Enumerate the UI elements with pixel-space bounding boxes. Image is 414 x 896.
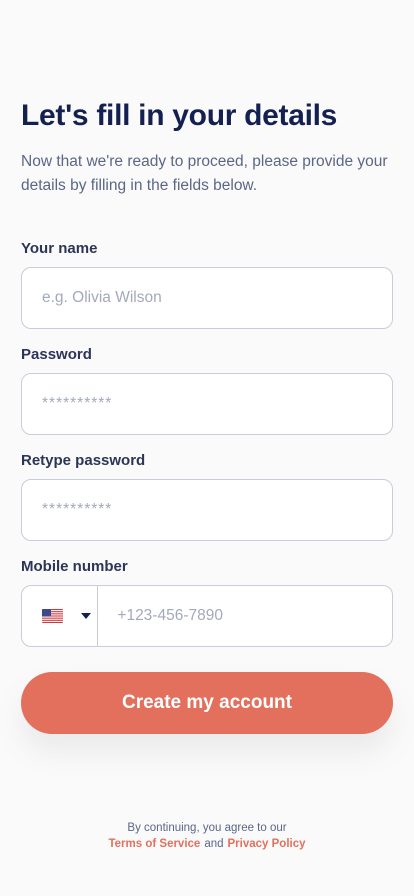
mobile-number-field-container	[21, 585, 393, 647]
create-account-button[interactable]: Create my account	[21, 672, 393, 734]
name-label: Your name	[21, 240, 98, 257]
mobile-number-input[interactable]	[98, 586, 392, 646]
retype-password-field-container	[21, 479, 393, 541]
password-label: Password	[21, 346, 92, 363]
privacy-policy-link[interactable]: Privacy Policy	[228, 838, 306, 850]
mobile-number-label: Mobile number	[21, 558, 128, 575]
page-title: Let's fill in your details	[21, 99, 338, 132]
chevron-down-icon	[81, 613, 91, 619]
retype-password-label: Retype password	[21, 452, 146, 469]
retype-password-input[interactable]	[22, 480, 392, 540]
terms-of-service-link[interactable]: Terms of Service	[108, 838, 200, 850]
terms-notice: By continuing, you agree to our	[0, 822, 414, 834]
password-field-container	[21, 373, 393, 435]
legal-links: Terms of Service and Privacy Policy	[0, 838, 414, 850]
name-field-container	[21, 267, 393, 329]
agree-text: By continuing, you agree to our	[127, 822, 287, 834]
and-text: and	[204, 838, 224, 850]
country-code-selector[interactable]	[22, 586, 99, 646]
signup-page: Let's fill in your details Now that we'r…	[0, 0, 414, 896]
name-input[interactable]	[22, 268, 392, 328]
password-input[interactable]	[22, 374, 392, 434]
page-subtitle: Now that we're ready to proceed, please …	[21, 153, 388, 194]
us-flag-icon	[42, 609, 63, 623]
